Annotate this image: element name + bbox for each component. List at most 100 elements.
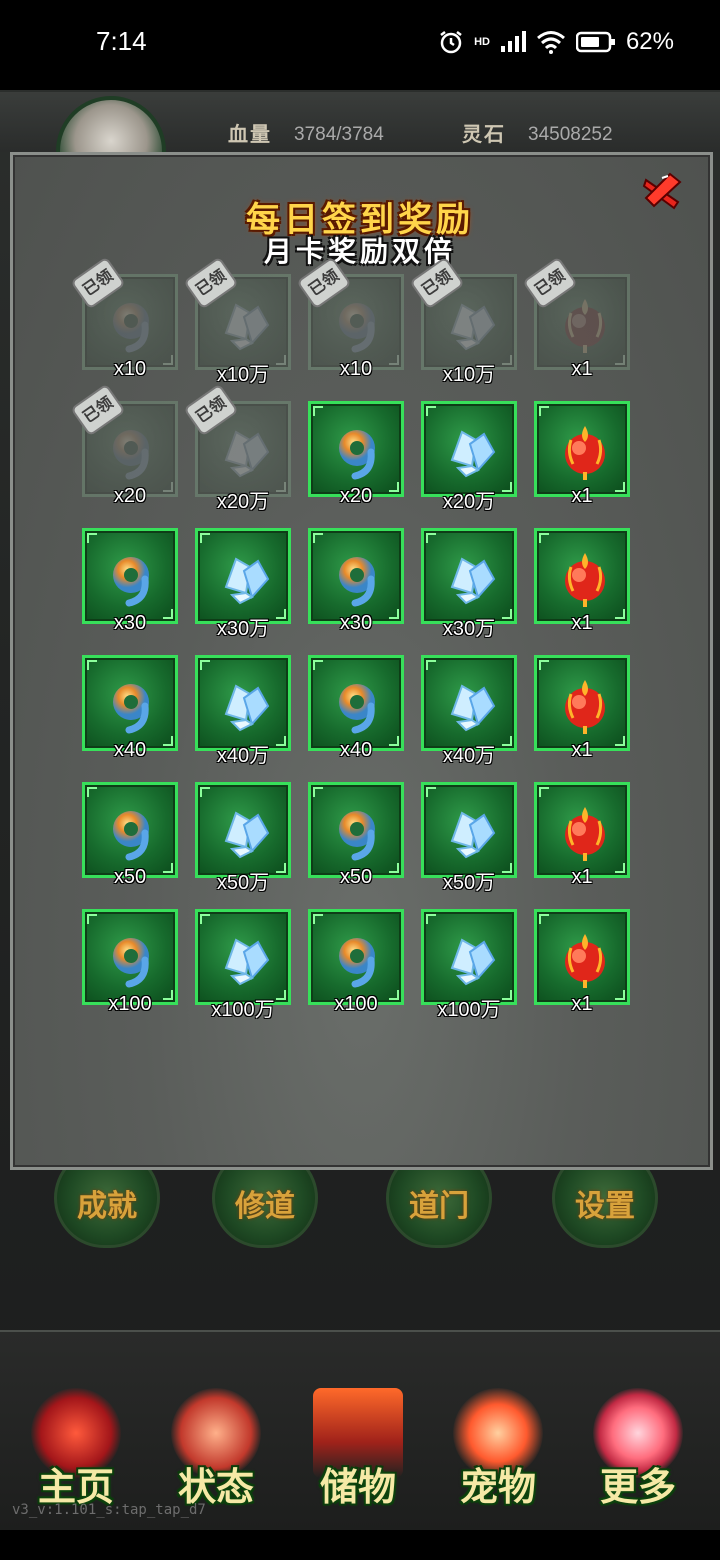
reward-cell[interactable]: x40万 — [195, 655, 291, 767]
reward-cell[interactable]: 已领 x1 — [525, 259, 630, 384]
tile-corner-ornament — [200, 533, 210, 543]
reward-quantity: x1 — [571, 739, 593, 761]
reward-tile — [308, 782, 404, 878]
nav-pets[interactable]: 宠物 — [438, 1388, 558, 1518]
tile-corner-ornament — [87, 914, 97, 924]
reward-tile — [82, 782, 178, 878]
reward-cell[interactable]: x40 — [82, 655, 178, 765]
reward-cell[interactable]: x1 — [534, 782, 630, 892]
crystal-icon — [224, 303, 270, 351]
achievement-label: 成就 — [77, 1189, 137, 1224]
battery-icon — [575, 31, 615, 53]
nav-more-label: 更多 — [599, 1464, 676, 1509]
reward-cell[interactable]: x50万 — [195, 782, 291, 894]
spirit-orb-icon — [339, 811, 375, 861]
tile-corner-ornament — [87, 533, 97, 543]
battery-percent: 62% — [625, 28, 674, 55]
tile-corner-ornament — [426, 406, 436, 416]
crystal-icon — [450, 938, 496, 986]
tile-corner-ornament — [313, 914, 323, 924]
reward-tile — [421, 528, 517, 624]
reward-tile — [195, 655, 291, 751]
reward-tile — [421, 782, 517, 878]
nav-pets-label: 宠物 — [459, 1464, 536, 1509]
reward-cell[interactable]: x50 — [82, 782, 178, 892]
reward-cell[interactable]: x30 — [308, 528, 404, 638]
reward-tile — [82, 909, 178, 1005]
tile-corner-ornament — [426, 660, 436, 670]
reward-tile — [534, 401, 630, 497]
nav-status[interactable]: 状态 — [156, 1388, 276, 1518]
reward-cell[interactable]: x50万 — [421, 782, 517, 894]
reward-tile — [421, 655, 517, 751]
tile-corner-ornament — [200, 787, 210, 797]
spirit-orb-icon — [339, 557, 375, 607]
reward-tile — [421, 909, 517, 1005]
reward-tile — [82, 655, 178, 751]
reward-cell[interactable]: 已领 x10 — [299, 259, 404, 384]
reward-cell[interactable]: x30 — [82, 528, 178, 638]
reward-tile — [195, 909, 291, 1005]
tile-corner-ornament — [313, 660, 323, 670]
status-icons: HD 62% — [438, 28, 674, 56]
reward-cell[interactable]: x1 — [534, 401, 630, 511]
reward-tile — [195, 782, 291, 878]
reward-cell[interactable]: x20 — [308, 401, 404, 511]
reward-cell[interactable]: x40 — [308, 655, 404, 765]
hp-value: 3784/3784 — [294, 124, 384, 145]
spirit-orb-icon — [113, 938, 149, 988]
reward-tile — [308, 401, 404, 497]
nav-storage-label: 储物 — [319, 1464, 396, 1509]
reward-cell[interactable]: x50 — [308, 782, 404, 892]
crystal-icon — [224, 938, 270, 986]
crystal-icon — [450, 684, 496, 732]
network-hd-label: HD — [474, 36, 490, 48]
reward-quantity: x1 — [571, 358, 593, 380]
crystal-icon — [450, 557, 496, 605]
crystal-icon — [224, 557, 270, 605]
fire-seal-icon — [565, 553, 605, 607]
spirit-stone-value: 34508252 — [528, 124, 613, 145]
reward-cell[interactable]: x1 — [534, 655, 630, 765]
reward-cell[interactable]: x1 — [534, 528, 630, 638]
reward-cell[interactable]: 已领 x10万 — [412, 259, 517, 386]
reward-cell[interactable]: x20万 — [421, 401, 517, 513]
reward-cell[interactable]: x100 — [82, 909, 178, 1019]
reward-tile — [534, 782, 630, 878]
nav-more[interactable]: 更多 — [578, 1388, 698, 1518]
reward-cell[interactable]: x40万 — [421, 655, 517, 767]
fire-seal-icon — [565, 680, 605, 734]
spirit-stone-label: 灵石 — [462, 122, 506, 146]
reward-cell[interactable]: 已领 x10万 — [186, 259, 291, 386]
tile-corner-ornament — [426, 533, 436, 543]
spirit-orb-icon — [113, 303, 149, 353]
tile-corner-ornament — [539, 533, 549, 543]
spirit-orb-icon — [339, 430, 375, 480]
reward-cell[interactable]: x100 — [308, 909, 404, 1019]
sect-label: 道门 — [409, 1189, 469, 1224]
tile-corner-ornament — [426, 787, 436, 797]
spirit-orb-icon — [113, 811, 149, 861]
reward-cell[interactable]: x100万 — [195, 909, 291, 1021]
reward-quantity: x1 — [571, 993, 593, 1015]
reward-quantity: x1 — [571, 866, 593, 888]
reward-cell[interactable]: 已领 x20 — [73, 386, 178, 511]
crystal-icon — [450, 430, 496, 478]
crystal-icon — [450, 303, 496, 351]
alarm-icon — [440, 31, 462, 54]
hp-label: 血量 — [228, 122, 272, 146]
reward-cell[interactable]: x100万 — [421, 909, 517, 1021]
fire-seal-icon — [565, 807, 605, 861]
nav-home[interactable]: 主页 — [16, 1388, 136, 1518]
reward-cell[interactable]: x30万 — [421, 528, 517, 640]
reward-cell[interactable]: 已领 x20万 — [186, 386, 291, 513]
reward-cell[interactable]: x1 — [534, 909, 630, 1019]
fire-seal-icon — [565, 934, 605, 988]
reward-cell[interactable]: 已领 x10 — [73, 259, 178, 384]
nav-storage[interactable]: 储物 — [298, 1388, 418, 1518]
status-time: 7:14 — [96, 26, 147, 56]
reward-cell[interactable]: x30万 — [195, 528, 291, 640]
reward-tile — [195, 528, 291, 624]
tile-corner-ornament — [200, 914, 210, 924]
reward-quantity: x1 — [571, 612, 593, 634]
